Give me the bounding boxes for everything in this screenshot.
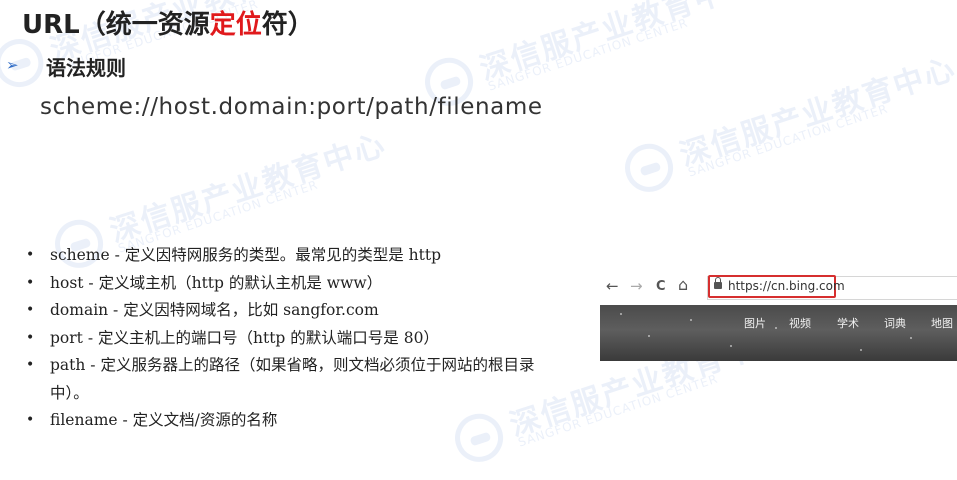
reload-icon[interactable]: C [656, 279, 666, 294]
browser-toolbar: ← → C ⌂ https://cn.bing.com [600, 273, 957, 303]
list-item: port - 定义主机上的端口号（http 的默认端口号是 80） [26, 325, 570, 353]
address-url[interactable]: https://cn.bing.com [728, 279, 845, 293]
menu-item-images[interactable]: 图片 [744, 315, 766, 331]
page-title: URL（统一资源定位符） [22, 4, 314, 41]
list-item: host - 定义域主机（http 的默认主机是 www） [26, 270, 570, 298]
watermark-logo-icon [618, 137, 680, 199]
arrow-bullet-icon: ➢ [6, 56, 19, 74]
back-icon[interactable]: ← [606, 277, 619, 295]
browser-screenshot: ← → C ⌂ https://cn.bing.com 图片 视频 学术 词典 … [600, 273, 957, 361]
menu-item-dictionary[interactable]: 词典 [884, 315, 906, 331]
list-item: filename - 定义文档/资源的名称 [26, 407, 570, 435]
list-item: scheme - 定义因特网服务的类型。最常见的类型是 http [26, 242, 570, 270]
bing-header-banner: 图片 视频 学术 词典 地图 [600, 305, 957, 361]
title-suffix: 符） [261, 10, 314, 40]
url-parts-list: scheme - 定义因特网服务的类型。最常见的类型是 http host - … [26, 242, 570, 435]
watermark: 深信服产业教育中心 SANGFOR EDUCATION CENTER [618, 50, 957, 209]
section-heading: 语法规则 [46, 56, 126, 80]
title-highlight: 定位 [209, 10, 262, 40]
list-item: domain - 定义因特网域名，比如 sangfor.com [26, 297, 570, 325]
title-prefix: URL（统一资源 [22, 10, 210, 40]
menu-item-academic[interactable]: 学术 [837, 315, 859, 331]
home-icon[interactable]: ⌂ [678, 275, 688, 294]
forward-icon[interactable]: → [630, 277, 643, 295]
menu-item-videos[interactable]: 视频 [789, 315, 811, 331]
lock-icon [714, 277, 722, 289]
menu-item-maps[interactable]: 地图 [931, 315, 953, 331]
url-syntax: scheme://host.domain:port/path/filename [40, 94, 543, 120]
list-item: path - 定义服务器上的路径（如果省略，则文档必须位于网站的根目录中）。 [26, 352, 570, 407]
